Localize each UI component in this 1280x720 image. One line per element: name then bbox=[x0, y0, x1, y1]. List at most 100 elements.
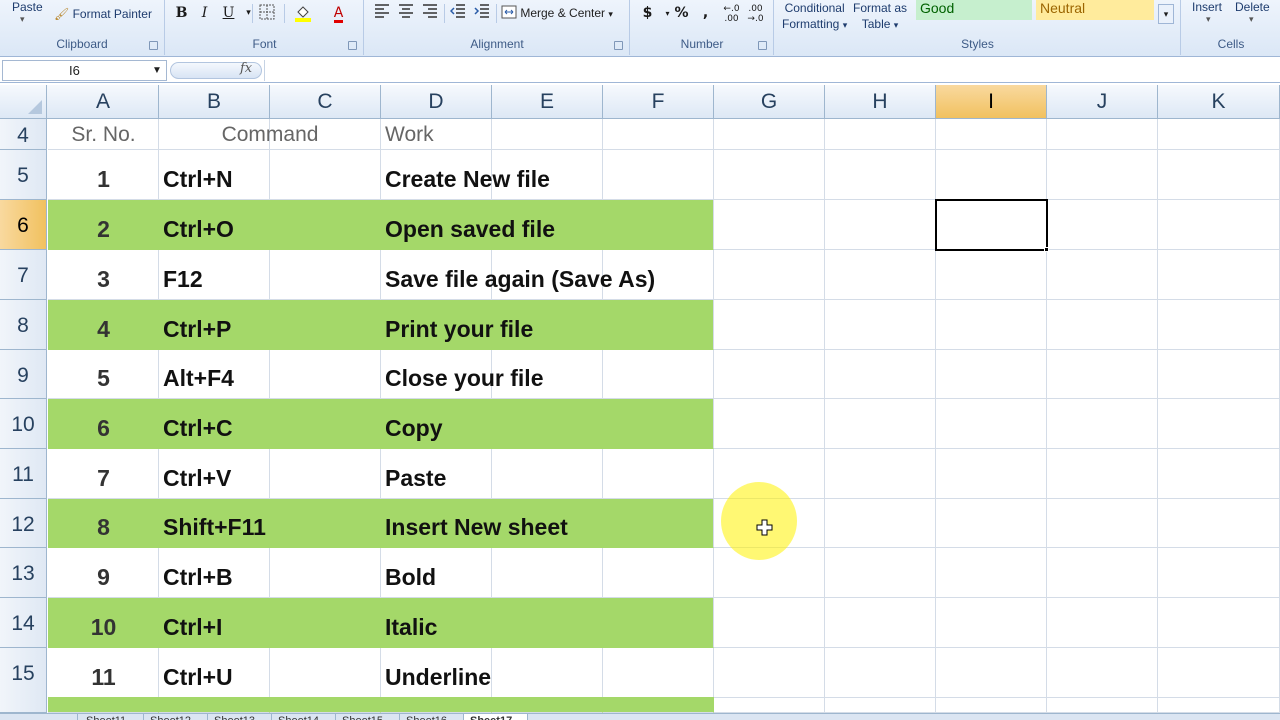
column-header-g[interactable]: G bbox=[714, 85, 825, 118]
cell[interactable] bbox=[936, 499, 1047, 548]
row-header[interactable]: 6 bbox=[0, 200, 47, 250]
cell[interactable] bbox=[1047, 150, 1158, 200]
cell[interactable] bbox=[381, 697, 492, 713]
cell[interactable] bbox=[603, 697, 714, 713]
cell[interactable] bbox=[603, 350, 714, 399]
merge-center-button[interactable]: Merge & Center ▾ bbox=[501, 5, 613, 20]
cell[interactable] bbox=[936, 449, 1047, 499]
cell[interactable] bbox=[603, 648, 714, 698]
delete-button[interactable]: Delete bbox=[1235, 0, 1270, 14]
cell[interactable] bbox=[825, 150, 936, 200]
styles-more-icon[interactable]: ▾ bbox=[1158, 4, 1174, 24]
cell[interactable] bbox=[936, 648, 1047, 698]
align-left-button[interactable] bbox=[371, 4, 392, 23]
row-header[interactable]: 11 bbox=[0, 449, 47, 499]
format-painter-button[interactable]: 🖌 Format Painter bbox=[54, 7, 152, 21]
cell[interactable] bbox=[1158, 150, 1280, 200]
row-header[interactable]: 8 bbox=[0, 300, 47, 350]
sheet-tab[interactable]: Sheet16 bbox=[400, 714, 464, 720]
cell[interactable] bbox=[492, 648, 603, 698]
cell[interactable] bbox=[714, 399, 825, 449]
row-header[interactable]: 14 bbox=[0, 598, 47, 648]
cell[interactable] bbox=[492, 548, 603, 598]
worksheet-grid[interactable]: 4 Sr. No. Command Work 5 1 Ctrl+N Create New fi… bbox=[0, 119, 1280, 713]
fill-color-button[interactable] bbox=[292, 4, 313, 23]
column-header-i[interactable]: I bbox=[936, 85, 1047, 118]
cell[interactable] bbox=[270, 449, 381, 499]
cell[interactable] bbox=[936, 250, 1047, 300]
cell[interactable] bbox=[1047, 598, 1158, 648]
cell[interactable] bbox=[159, 697, 270, 713]
column-header-k[interactable]: K bbox=[1158, 85, 1280, 118]
conditional-formatting-button[interactable]: Conditional Formatting ▾ bbox=[782, 0, 847, 33]
column-header-e[interactable]: E bbox=[492, 85, 603, 118]
cell[interactable] bbox=[825, 250, 936, 300]
cell[interactable] bbox=[825, 548, 936, 598]
cell[interactable] bbox=[714, 250, 825, 300]
cell[interactable] bbox=[492, 119, 603, 150]
cell[interactable] bbox=[714, 648, 825, 698]
row-header[interactable]: 9 bbox=[0, 350, 47, 399]
cell[interactable] bbox=[603, 399, 714, 449]
fill-handle[interactable] bbox=[1044, 247, 1049, 252]
column-header-a[interactable]: A bbox=[48, 85, 159, 118]
select-all-button[interactable] bbox=[0, 85, 47, 118]
cell[interactable] bbox=[825, 499, 936, 548]
cell[interactable] bbox=[825, 350, 936, 399]
row-header[interactable]: 7 bbox=[0, 250, 47, 300]
cell[interactable] bbox=[270, 399, 381, 449]
cell[interactable] bbox=[936, 150, 1047, 200]
column-header-b[interactable]: B bbox=[159, 85, 270, 118]
cell[interactable] bbox=[714, 119, 825, 150]
cell[interactable] bbox=[825, 648, 936, 698]
cell[interactable] bbox=[936, 300, 1047, 350]
cell[interactable] bbox=[492, 598, 603, 648]
alignment-launcher-icon[interactable] bbox=[614, 41, 623, 50]
cell[interactable] bbox=[1158, 200, 1280, 250]
row-header[interactable]: 15 bbox=[0, 648, 47, 698]
cell[interactable] bbox=[270, 548, 381, 598]
row-header[interactable]: 10 bbox=[0, 399, 47, 449]
decrease-decimal-button[interactable]: .00 →.0 bbox=[745, 4, 766, 24]
italic-button[interactable]: I bbox=[194, 4, 215, 23]
row-header[interactable]: 5 bbox=[0, 150, 47, 200]
cell[interactable] bbox=[936, 548, 1047, 598]
cell[interactable] bbox=[48, 697, 159, 713]
cell[interactable] bbox=[492, 449, 603, 499]
name-box-dropdown-icon[interactable]: ▼ bbox=[152, 60, 162, 81]
format-as-table-button[interactable]: Format as Table ▾ bbox=[853, 0, 907, 33]
cell[interactable] bbox=[1158, 300, 1280, 350]
cell[interactable] bbox=[1158, 697, 1280, 713]
cell[interactable] bbox=[270, 150, 381, 200]
column-header-f[interactable]: F bbox=[603, 85, 714, 118]
cell[interactable] bbox=[714, 300, 825, 350]
decrease-indent-button[interactable] bbox=[447, 4, 468, 23]
increase-indent-button[interactable] bbox=[471, 4, 492, 23]
column-header-c[interactable]: C bbox=[270, 85, 381, 118]
bold-button[interactable]: B bbox=[171, 4, 192, 23]
cell[interactable] bbox=[603, 598, 714, 648]
cell[interactable] bbox=[270, 200, 381, 250]
insert-button[interactable]: Insert bbox=[1192, 0, 1222, 14]
cell[interactable] bbox=[603, 119, 714, 150]
column-header-j[interactable]: J bbox=[1047, 85, 1158, 118]
column-header-d[interactable]: D bbox=[381, 85, 492, 118]
cell[interactable] bbox=[603, 300, 714, 350]
cell[interactable] bbox=[1158, 648, 1280, 698]
cell[interactable] bbox=[1158, 548, 1280, 598]
cell[interactable] bbox=[714, 200, 825, 250]
increase-decimal-button[interactable]: ←.0.00 bbox=[721, 4, 742, 24]
cell[interactable] bbox=[1158, 350, 1280, 399]
cell[interactable] bbox=[492, 697, 603, 713]
cell[interactable] bbox=[1158, 449, 1280, 499]
percent-button[interactable]: % bbox=[671, 4, 692, 23]
cell[interactable] bbox=[825, 300, 936, 350]
sheet-tab[interactable]: Sheet14 bbox=[272, 714, 336, 720]
cell[interactable] bbox=[1158, 119, 1280, 150]
cell[interactable] bbox=[1047, 648, 1158, 698]
cell[interactable] bbox=[936, 119, 1047, 150]
cell[interactable] bbox=[270, 250, 381, 300]
cell[interactable] bbox=[270, 648, 381, 698]
cell[interactable] bbox=[603, 499, 714, 548]
cell[interactable] bbox=[492, 399, 603, 449]
